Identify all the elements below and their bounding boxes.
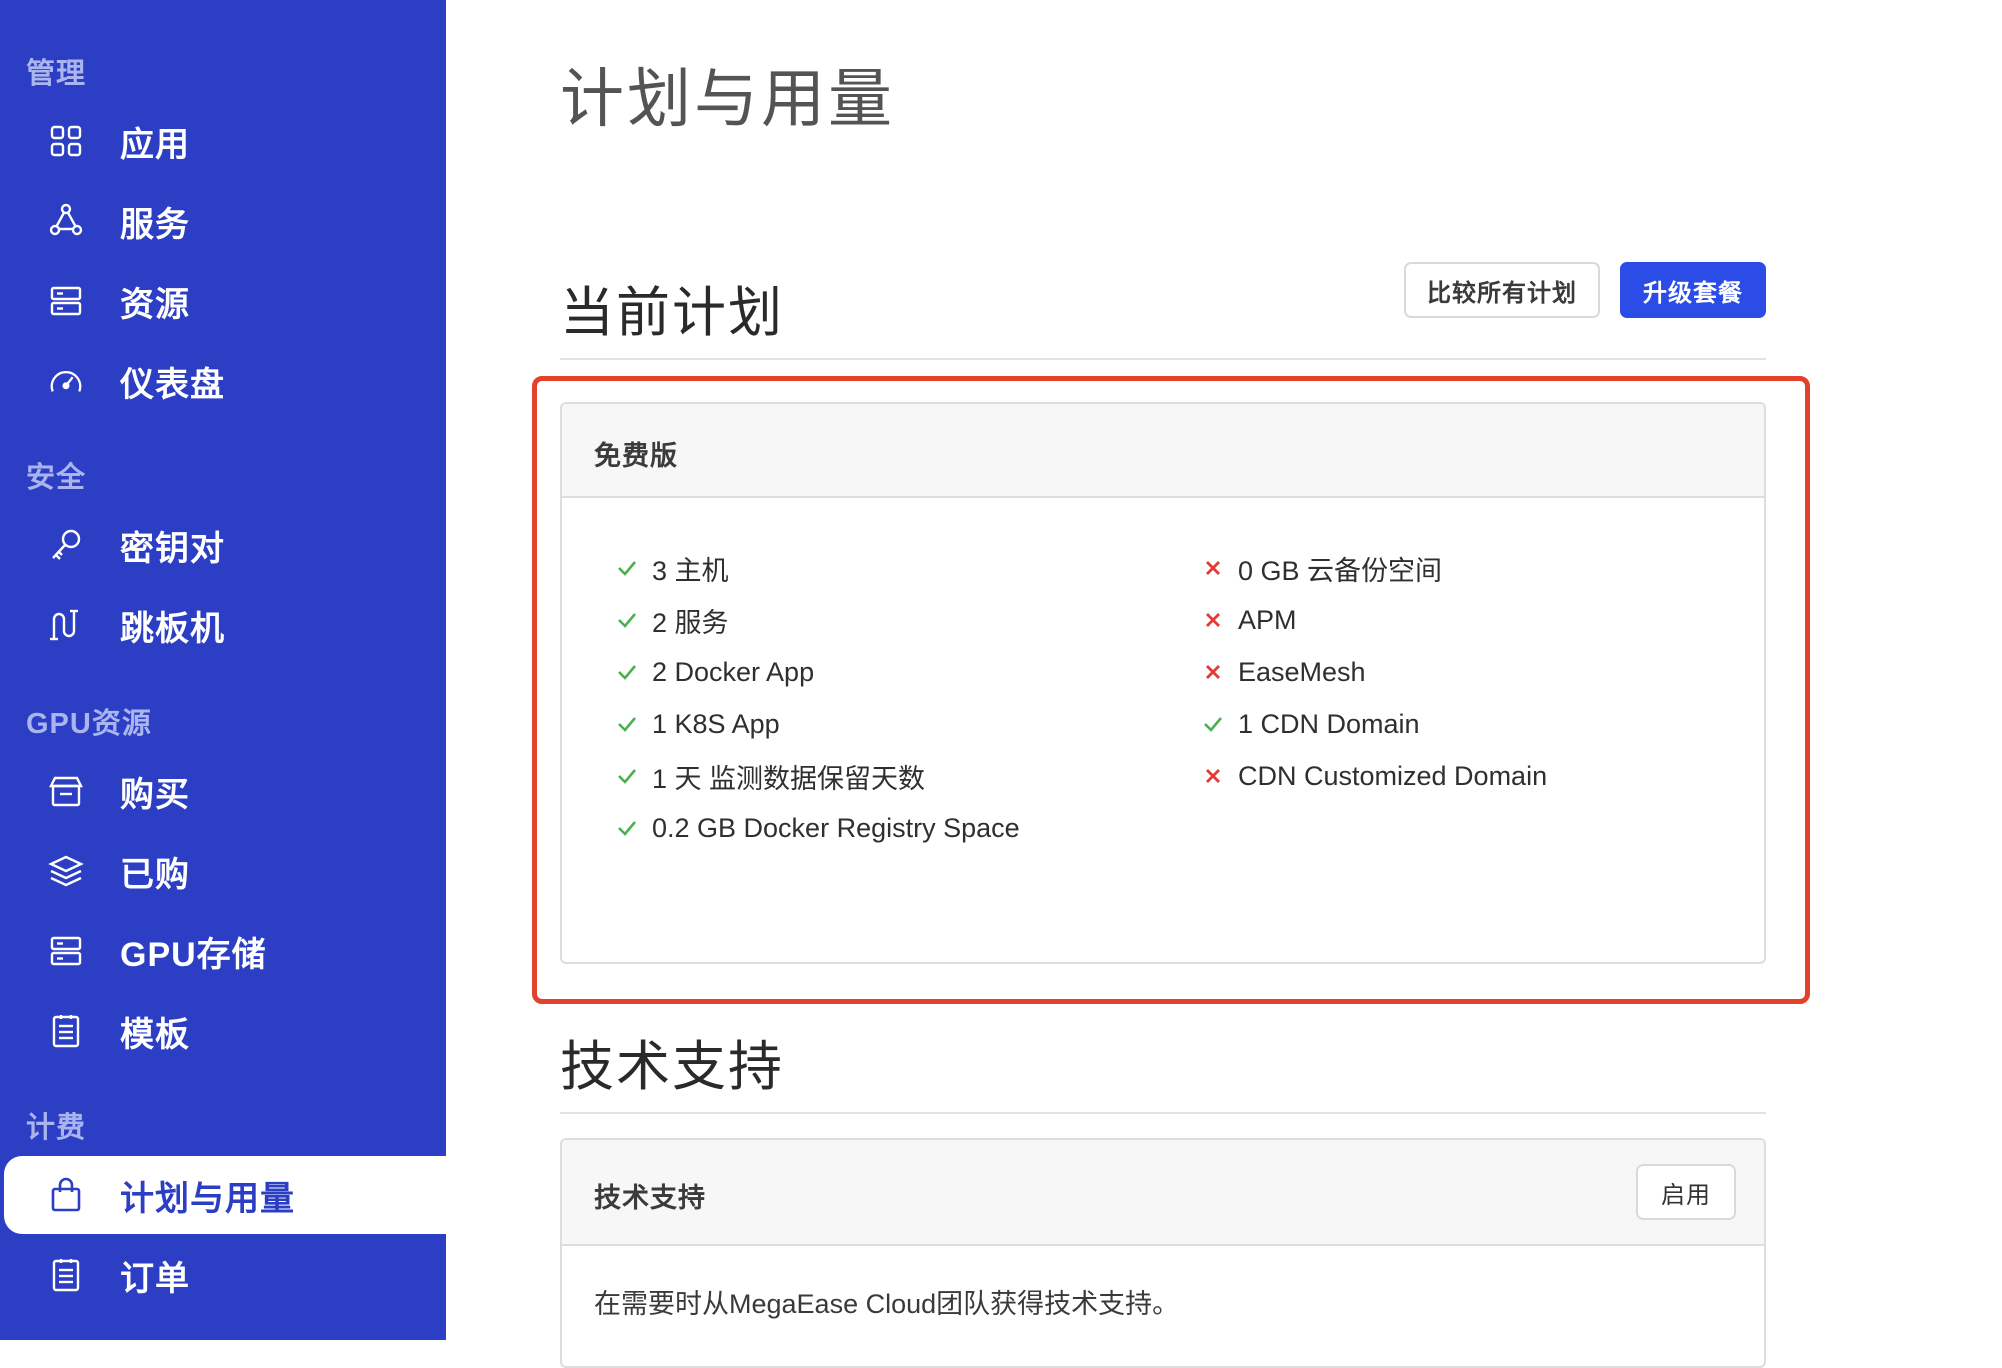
sidebar-item-resources[interactable]: 资源 [0, 262, 446, 340]
check-icon [616, 609, 638, 631]
plan-name: 免费版 [594, 441, 678, 471]
sidebar-item-label: 应用 [120, 125, 190, 164]
sidebar-item-apps[interactable]: 应用 [0, 102, 446, 180]
feature-item: 2 Docker App [616, 652, 814, 692]
feature-item: 1 CDN Domain [1202, 704, 1420, 744]
sidebar-item-jump-host[interactable]: 跳板机 [0, 586, 446, 664]
current-plan-card: 免费版 3 主机 2 服务 2 Docker App 1 K8S App 1 天… [560, 402, 1766, 964]
sidebar-item-services[interactable]: 服务 [0, 182, 446, 260]
support-description: 在需要时从MegaEase Cloud团队获得技术支持。 [594, 1289, 1180, 1319]
check-icon [616, 661, 638, 683]
sidebar-item-label: 购买 [120, 775, 190, 814]
check-icon [616, 817, 638, 839]
check-icon [1202, 713, 1224, 735]
cross-icon [1202, 609, 1224, 631]
sidebar: 管理 应用 服务 资源 仪表盘 安全 密钥对 跳板机 GPU资源 购买 已购 G… [0, 0, 446, 1340]
sidebar-item-label: 订单 [120, 1259, 190, 1298]
sidebar-item-templates[interactable]: 模板 [0, 992, 446, 1070]
divider [560, 358, 1766, 360]
compare-plans-button[interactable]: 比较所有计划 [1404, 262, 1600, 318]
sidebar-item-label: 服务 [120, 205, 190, 244]
apps-grid-icon [48, 123, 84, 159]
sidebar-item-gpu-storage[interactable]: GPU存储 [0, 912, 446, 990]
sidebar-item-label: 资源 [120, 285, 190, 324]
server-stack-icon [48, 283, 84, 319]
document-list-icon [48, 1013, 84, 1049]
gauge-icon [48, 363, 84, 399]
store-icon [48, 773, 84, 809]
feature-item: EaseMesh [1202, 652, 1366, 692]
feature-item: CDN Customized Domain [1202, 756, 1547, 796]
sidebar-item-label: 跳板机 [120, 609, 225, 648]
sidebar-item-purchased[interactable]: 已购 [0, 832, 446, 910]
check-icon [616, 557, 638, 579]
feature-item: 1 天 监测数据保留天数 [616, 756, 925, 796]
feature-item: APM [1202, 600, 1297, 640]
current-plan-heading: 当前计划 [560, 283, 784, 343]
feature-item: 0.2 GB Docker Registry Space [616, 808, 1020, 848]
support-card-title: 技术支持 [594, 1183, 706, 1213]
feature-item: 1 K8S App [616, 704, 780, 744]
document-list-icon [48, 1257, 84, 1293]
sidebar-section-title-gpu: GPU资源 [26, 708, 152, 740]
jump-host-icon [48, 607, 84, 643]
cross-icon [1202, 557, 1224, 579]
services-nodes-icon [48, 203, 84, 239]
sidebar-item-plan-usage[interactable]: 计划与用量 [4, 1156, 446, 1234]
sidebar-item-label: 已购 [120, 855, 190, 894]
sidebar-item-label: 计划与用量 [120, 1179, 295, 1218]
check-icon [616, 765, 638, 787]
feature-item: 0 GB 云备份空间 [1202, 548, 1442, 588]
support-card: 技术支持 启用 在需要时从MegaEase Cloud团队获得技术支持。 [560, 1138, 1766, 1368]
sidebar-section-title-billing: 计费 [26, 1112, 87, 1144]
card-header: 免费版 [562, 404, 1764, 498]
check-icon [616, 713, 638, 735]
upgrade-plan-button[interactable]: 升级套餐 [1620, 262, 1766, 318]
sidebar-section-title-security: 安全 [26, 462, 87, 494]
feature-item: 2 服务 [616, 600, 729, 640]
sidebar-item-orders[interactable]: 订单 [0, 1236, 446, 1314]
cross-icon [1202, 765, 1224, 787]
enable-support-button[interactable]: 启用 [1636, 1164, 1736, 1220]
card-header: 技术支持 启用 [562, 1140, 1764, 1246]
layers-icon [48, 853, 84, 889]
key-icon [48, 527, 84, 563]
cross-icon [1202, 661, 1224, 683]
sidebar-section-title-management: 管理 [26, 58, 87, 90]
sidebar-item-purchase[interactable]: 购买 [0, 752, 446, 830]
sidebar-item-label: 模板 [120, 1015, 190, 1054]
feature-item: 3 主机 [616, 548, 729, 588]
support-heading: 技术支持 [560, 1037, 784, 1097]
divider [560, 1112, 1766, 1114]
shopping-bag-icon [48, 1177, 84, 1213]
sidebar-item-keypairs[interactable]: 密钥对 [0, 506, 446, 584]
main-content: 计划与用量 当前计划 比较所有计划 升级套餐 免费版 3 主机 2 服务 2 D… [446, 0, 2002, 1368]
server-stack-icon [48, 933, 84, 969]
sidebar-item-label: 仪表盘 [120, 365, 225, 404]
sidebar-item-dashboard[interactable]: 仪表盘 [0, 342, 446, 420]
sidebar-item-label: GPU存储 [120, 935, 267, 974]
page-title: 计划与用量 [560, 63, 895, 135]
sidebar-item-label: 密钥对 [120, 529, 225, 568]
